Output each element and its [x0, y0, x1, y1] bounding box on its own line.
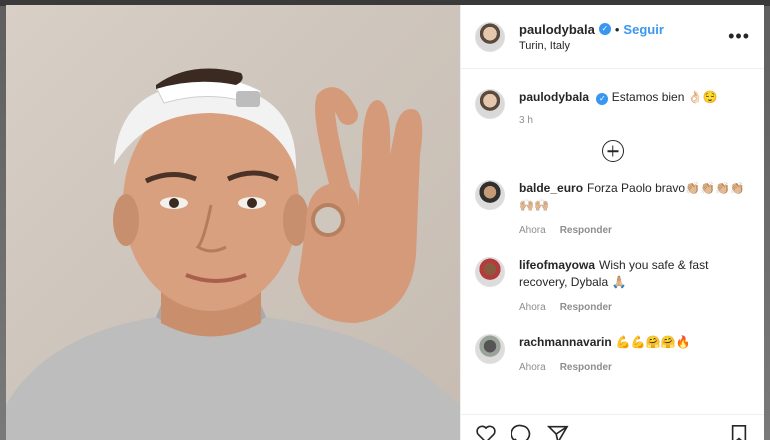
- author-info: paulodybala ✓ • Seguir Turin, Italy: [519, 22, 728, 52]
- author-line: paulodybala ✓ • Seguir: [519, 22, 728, 37]
- commenter-username[interactable]: lifeofmayowa: [519, 258, 595, 272]
- reply-button[interactable]: Responder: [560, 222, 612, 239]
- comment-time: Ahora: [519, 225, 546, 236]
- verified-badge-icon: ✓: [598, 23, 611, 35]
- comment-item: lifeofmayowa Wish you safe & fast recover…: [461, 257, 764, 316]
- commenter-username[interactable]: balde_euro: [519, 181, 583, 195]
- comment-body: rachmannavarin 💪💪🤗🤗🔥 Ahora Responder: [519, 334, 750, 376]
- commenter-avatar[interactable]: [475, 257, 505, 287]
- paper-plane-icon[interactable]: [547, 418, 569, 440]
- caption-body: paulodybala ✓ Estamos bien 👌🏻😌: [519, 89, 718, 105]
- comment-item: balde_euro Forza Paolo bravo👏🏼👏🏼👏🏼👏🏼🙌🏼🙌🏼 …: [461, 180, 764, 239]
- caption-text: Estamos bien 👌🏻😌: [611, 90, 718, 104]
- caption-time: 3 h: [519, 115, 533, 126]
- heart-icon[interactable]: [475, 418, 497, 440]
- comment-body: balde_euro Forza Paolo bravo👏🏼👏🏼👏🏼👏🏼🙌🏼🙌🏼 …: [519, 180, 750, 239]
- comment-meta: Ahora Responder: [519, 222, 750, 239]
- post-side-panel: paulodybala ✓ • Seguir Turin, Italy ••• …: [460, 5, 764, 440]
- comment-icon[interactable]: [511, 418, 533, 440]
- post-header: paulodybala ✓ • Seguir Turin, Italy •••: [461, 5, 764, 69]
- more-options-icon[interactable]: •••: [728, 26, 750, 47]
- comment-meta: Ahora Responder: [519, 299, 750, 316]
- comment-time: Ahora: [519, 302, 546, 313]
- comment-meta: Ahora Responder: [519, 359, 750, 376]
- author-username[interactable]: paulodybala: [519, 22, 595, 37]
- follow-button[interactable]: Seguir: [623, 22, 663, 37]
- separator-dot: •: [614, 21, 620, 37]
- caption-avatar[interactable]: [475, 89, 505, 119]
- comment-time: Ahora: [519, 362, 546, 373]
- verified-badge-icon: ✓: [596, 93, 609, 105]
- plus-circle-icon[interactable]: [601, 140, 624, 162]
- post-caption: paulodybala ✓ Estamos bien 👌🏻😌 3 h: [461, 69, 764, 126]
- load-more-comments[interactable]: [461, 140, 764, 162]
- comment-body: lifeofmayowa Wish you safe & fast recover…: [519, 257, 750, 316]
- comment-text: 💪💪🤗🤗🔥: [615, 335, 691, 349]
- commenter-avatar[interactable]: [475, 180, 505, 210]
- bookmark-icon[interactable]: [728, 418, 750, 440]
- commenter-username[interactable]: rachmannavarin: [519, 335, 612, 349]
- reply-button[interactable]: Responder: [560, 359, 612, 376]
- author-avatar[interactable]: [475, 21, 505, 52]
- post-modal: paulodybala ✓ • Seguir Turin, Italy ••• …: [6, 5, 764, 440]
- comment-item: rachmannavarin 💪💪🤗🤗🔥 Ahora Responder: [461, 334, 764, 376]
- commenter-avatar[interactable]: [475, 334, 505, 364]
- post-location[interactable]: Turin, Italy: [519, 40, 728, 52]
- reply-button[interactable]: Responder: [560, 299, 612, 316]
- action-bar: [461, 414, 764, 440]
- caption-username[interactable]: paulodybala: [519, 90, 589, 104]
- post-photo: [6, 5, 460, 440]
